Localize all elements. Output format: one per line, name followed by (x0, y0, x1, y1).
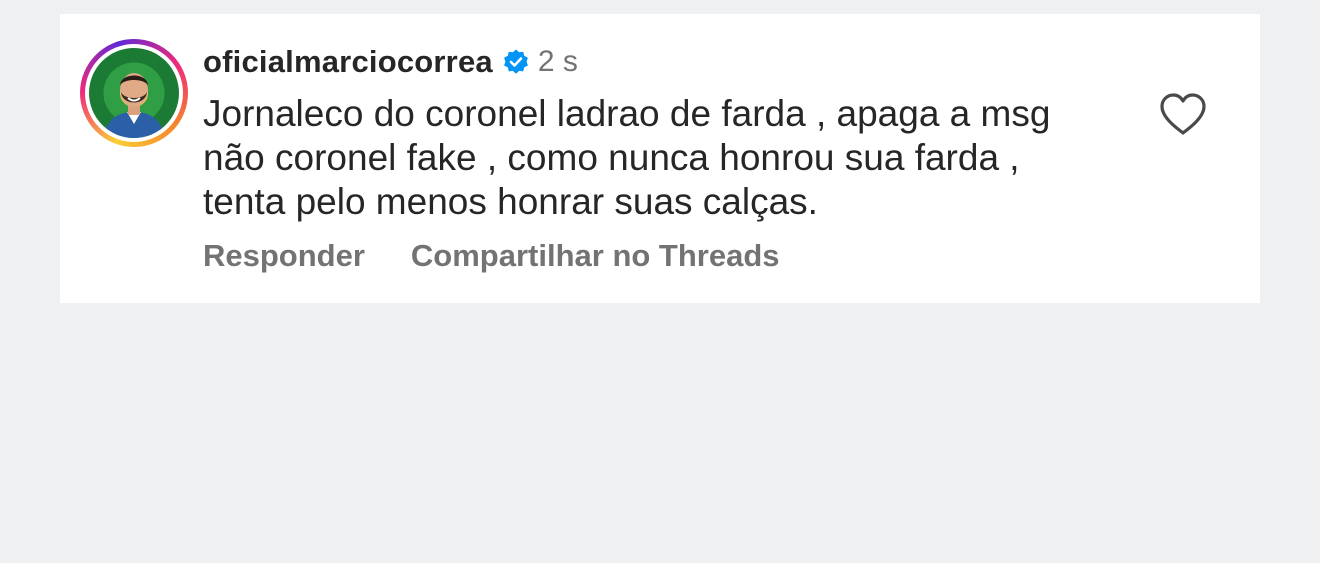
comment-actions: Responder Compartilhar no Threads (203, 238, 780, 274)
avatar-photo (103, 73, 165, 138)
comment-card: oficialmarciocorrea 2 s Jornaleco do cor… (60, 14, 1260, 303)
avatar-ring-gap (85, 44, 183, 142)
verified-badge-icon (503, 49, 528, 74)
heart-outline-icon[interactable] (1158, 92, 1208, 136)
comment-timestamp: 2 s (537, 45, 578, 78)
comment-text: Jornaleco do coronel ladrao de farda , a… (203, 93, 1051, 222)
comment-header: oficialmarciocorrea 2 s (203, 42, 578, 82)
avatar-story-ring[interactable] (80, 39, 188, 147)
reply-button[interactable]: Responder (203, 238, 365, 274)
username-link[interactable]: oficialmarciocorrea (203, 44, 493, 80)
avatar[interactable] (89, 48, 179, 138)
share-threads-button[interactable]: Compartilhar no Threads (411, 238, 780, 274)
